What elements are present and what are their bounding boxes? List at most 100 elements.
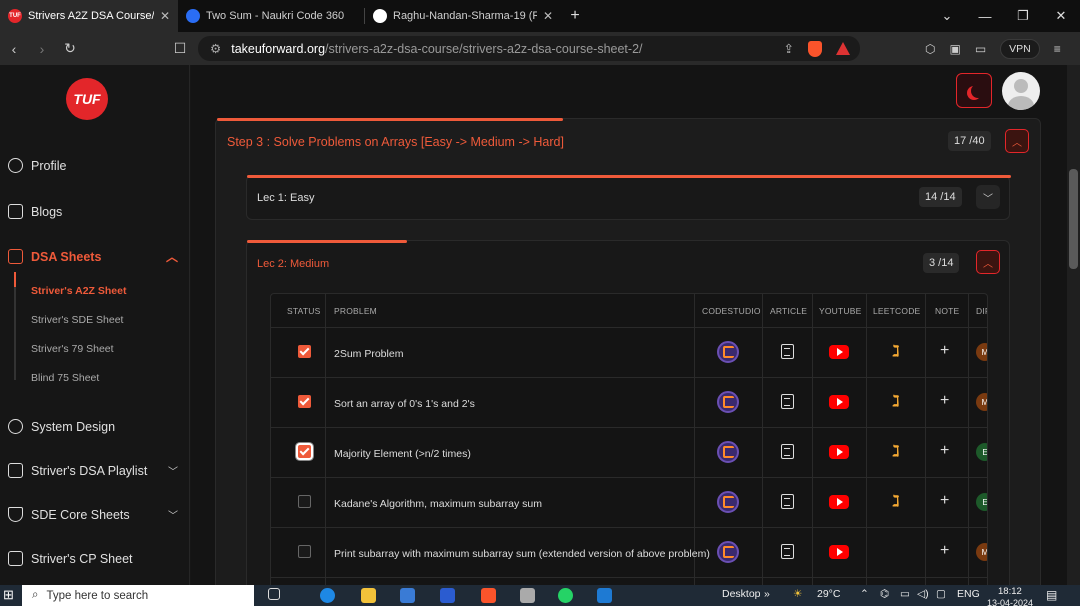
sheet-sde[interactable]: Striver's SDE Sheet [31,314,123,326]
notification-icon[interactable]: ▢ [936,588,946,600]
youtube-icon[interactable] [829,345,849,359]
youtube-icon[interactable] [829,395,849,409]
lec-title[interactable]: Lec 2: Medium [257,258,329,270]
chevron-down-icon[interactable]: ﹀ [168,507,178,522]
new-tab-button[interactable]: + [561,0,589,32]
forward-button[interactable]: › [28,41,56,57]
youtube-icon[interactable] [829,495,849,509]
weather-icon[interactable]: ☀ [793,588,802,600]
taskbar-search-input[interactable]: ⌕ Type here to search [22,585,254,606]
chevron-up-icon[interactable]: ︿ [166,248,178,265]
avatar[interactable] [1002,72,1040,110]
wallet-icon[interactable]: ▭ [975,42,986,56]
close-tab-icon[interactable]: ✕ [543,9,553,23]
youtube-icon[interactable] [829,445,849,459]
codestudio-icon[interactable] [717,341,739,363]
whatsapp-icon[interactable] [558,588,573,603]
tab-strivers-sheet[interactable]: TUF Strivers A2Z DSA Course/Sheet ✕ [0,0,178,32]
chevron-down-icon[interactable]: ﹀ [168,463,178,478]
status-checkbox[interactable] [298,395,311,408]
sheet-a2z[interactable]: Striver's A2Z Sheet [31,285,126,297]
task-view-icon[interactable] [268,588,280,600]
extensions-icon[interactable]: ⬡ [925,42,935,56]
sheet-79[interactable]: Striver's 79 Sheet [31,343,114,355]
sidebar-item-cp-sheet[interactable]: Striver's CP Sheet [8,551,178,566]
notifications-icon[interactable]: ▤ [1046,588,1057,602]
add-note-icon[interactable]: + [940,492,949,510]
menu-icon[interactable]: ≡ [1054,42,1061,56]
lec-collapse-button[interactable]: ︿ [976,250,1000,274]
close-window-button[interactable]: ✕ [1042,0,1080,32]
temperature[interactable]: 29°C [817,588,840,600]
add-note-icon[interactable]: + [940,542,949,560]
leetcode-icon[interactable]: ℷ [889,342,903,362]
site-settings-icon[interactable]: ⚙ [210,41,221,56]
vpn-button[interactable]: VPN [1000,38,1040,59]
sidebar-toggle-icon[interactable]: ▣ [949,42,960,56]
brave-shield-icon[interactable] [808,40,822,57]
brave-icon[interactable] [481,588,496,603]
add-note-icon[interactable]: + [940,442,949,460]
lec-easy-card[interactable]: Lec 1: Easy 14 /14 ﹀ [246,175,1011,220]
codestudio-icon[interactable] [717,541,739,563]
theme-toggle-button[interactable] [956,73,992,108]
reload-button[interactable]: ↻ [56,40,84,57]
scrollbar-thumb[interactable] [1069,169,1078,269]
language-indicator[interactable]: ENG [957,588,980,600]
article-icon[interactable] [781,394,794,409]
back-button[interactable]: ‹ [0,41,28,57]
chevron-up-icon[interactable]: ⌃ [860,588,869,600]
status-checkbox[interactable] [298,495,311,508]
tab-github[interactable]: Raghu-Nandan-Sharma-19 (Raghu-N ✕ [365,0,561,32]
article-icon[interactable] [781,544,794,559]
clock-time[interactable]: 18:12 [998,586,1022,597]
leetcode-icon[interactable]: ℷ [889,392,903,412]
article-icon[interactable] [781,494,794,509]
codestudio-icon[interactable] [717,391,739,413]
sidebar-item-dsa-sheets[interactable]: DSA Sheets ︿ [8,248,178,265]
sidebar-item-system-design[interactable]: System Design [8,419,178,434]
leetcode-icon[interactable]: ℷ [889,442,903,462]
lec-expand-button[interactable]: ﹀ [976,185,1000,209]
article-icon[interactable] [781,444,794,459]
share-icon[interactable]: ⇪ [784,41,794,56]
tuf-logo[interactable]: TUF [66,78,108,120]
close-tab-icon[interactable]: ✕ [160,9,170,23]
windows-start-icon[interactable]: ⊞ [3,587,14,603]
chevron-right-icon[interactable]: » [764,588,770,600]
codestudio-icon[interactable] [717,491,739,513]
sidebar-item-blogs[interactable]: Blogs [8,204,178,219]
add-note-icon[interactable]: + [940,392,949,410]
bookmark-icon[interactable]: ☐ [166,40,194,57]
address-bar[interactable]: ⚙ takeuforward.org /strivers-a2z-dsa-cou… [198,36,860,61]
store-icon[interactable] [400,588,415,603]
clock-date[interactable]: 13-04-2024 [987,598,1033,606]
codestudio-icon[interactable] [717,441,739,463]
youtube-icon[interactable] [829,545,849,559]
sidebar-item-profile[interactable]: Profile [8,158,178,173]
sidebar-item-sde-core[interactable]: SDE Core Sheets ﹀ [8,507,178,522]
edge-icon[interactable] [320,588,335,603]
maximize-button[interactable]: ❐ [1004,0,1042,32]
status-checkbox[interactable] [298,545,311,558]
add-note-icon[interactable]: + [940,342,949,360]
brave-rewards-icon[interactable] [836,42,850,55]
tab-two-sum[interactable]: Two Sum - Naukri Code 360 [178,0,364,32]
vscode-icon[interactable] [597,588,612,603]
step-collapse-button[interactable]: ︿ [1005,129,1029,153]
sidebar-item-dsa-playlist[interactable]: Striver's DSA Playlist ﹀ [8,463,178,478]
network-icon[interactable]: ⌬ [880,588,889,600]
sheet-blind-75[interactable]: Blind 75 Sheet [31,372,99,384]
page-scrollbar[interactable] [1067,65,1080,585]
app-icon[interactable] [520,588,535,603]
minimize-button[interactable]: — [966,0,1004,32]
desktop-label[interactable]: Desktop [722,588,761,600]
app-icon[interactable] [440,588,455,603]
article-icon[interactable] [781,344,794,359]
battery-icon[interactable]: ▭ [900,588,910,600]
status-checkbox[interactable] [298,445,311,458]
status-checkbox[interactable] [298,345,311,358]
file-explorer-icon[interactable] [361,588,376,603]
step-title[interactable]: Step 3 : Solve Problems on Arrays [Easy … [227,135,564,149]
chevron-down-icon[interactable]: ⌄ [928,0,966,32]
